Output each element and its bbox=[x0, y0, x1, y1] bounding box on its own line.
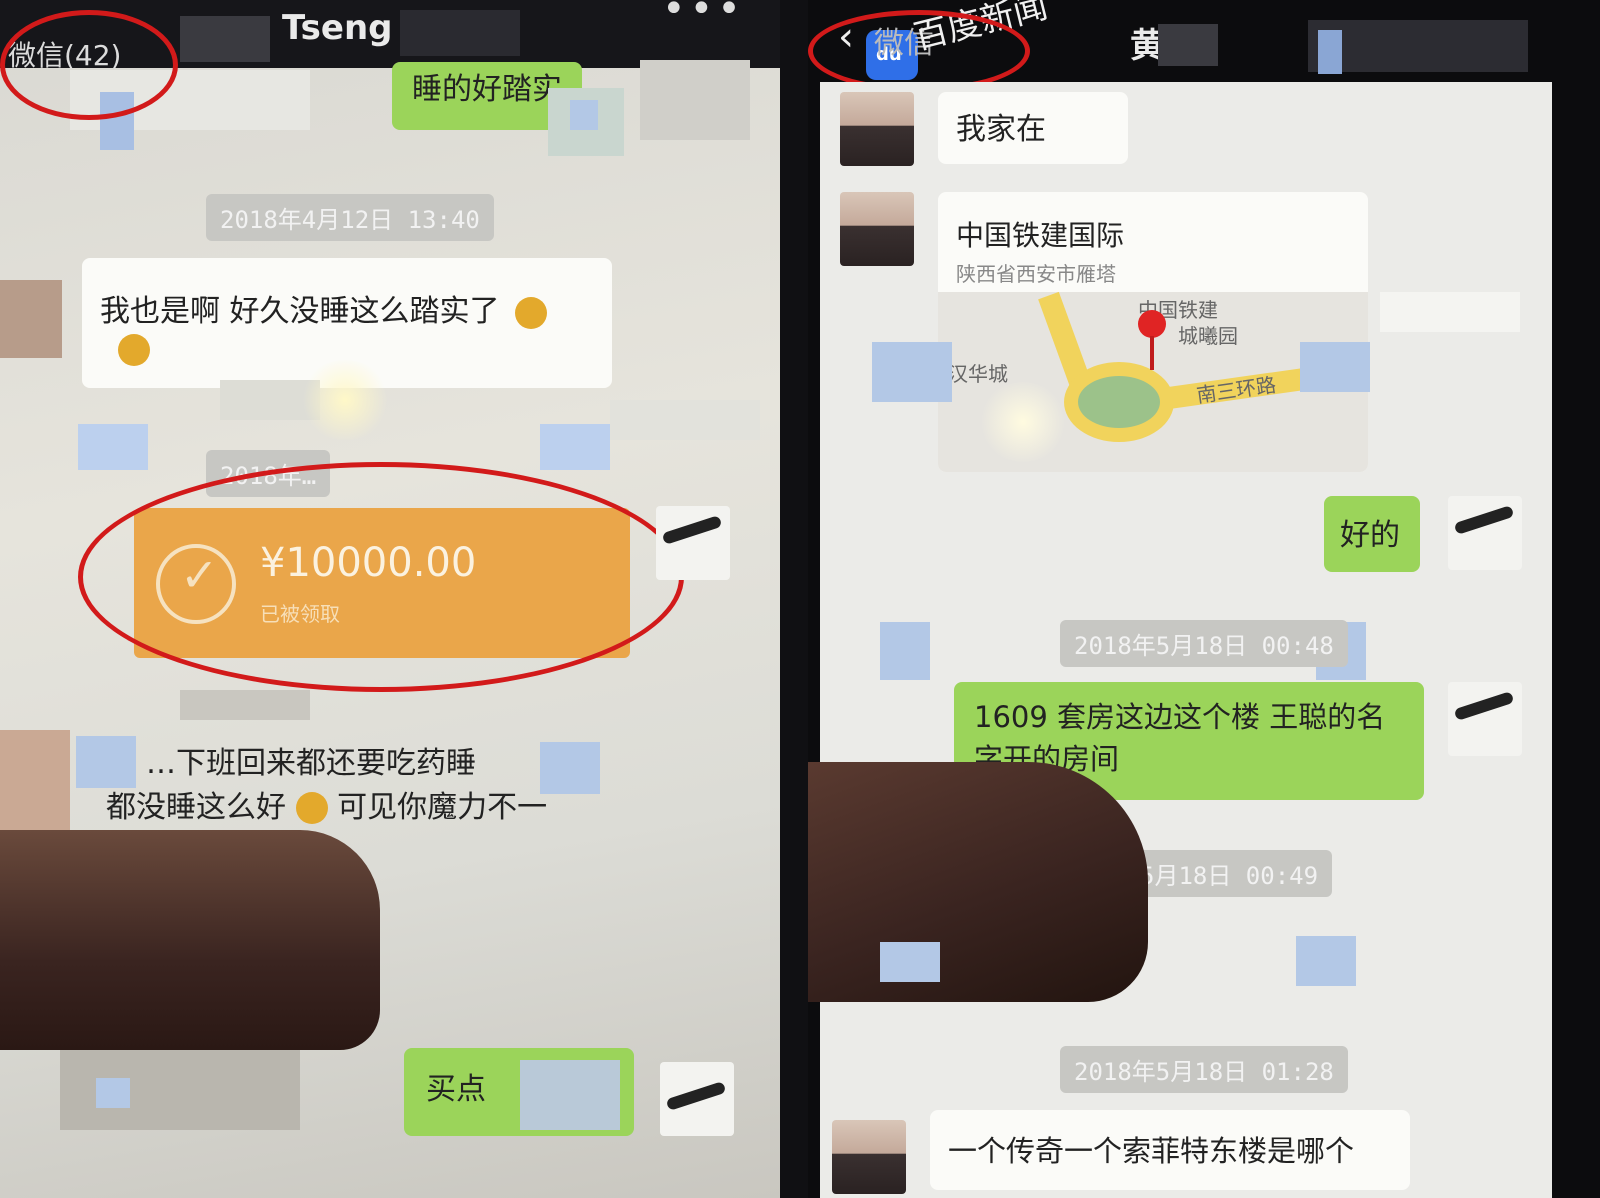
pixelated-block bbox=[180, 16, 270, 62]
user-avatar bbox=[656, 506, 730, 580]
brush-stroke-icon bbox=[1453, 505, 1515, 535]
emoji-icon bbox=[295, 792, 328, 824]
light-glare bbox=[300, 360, 390, 440]
map-pin-icon bbox=[1138, 310, 1166, 338]
red-annotation-ring bbox=[0, 10, 178, 120]
map-pin-stem bbox=[1150, 336, 1154, 370]
message-text: 可见你魔力不一 bbox=[337, 789, 548, 825]
incoming-message: 一个传奇一个索菲特东楼是哪个 bbox=[930, 1110, 1410, 1190]
pixelated-block bbox=[180, 690, 310, 720]
pixelated-block bbox=[78, 424, 148, 470]
brush-stroke-icon bbox=[1453, 691, 1515, 721]
pixelated-block bbox=[520, 1060, 620, 1130]
right-phone-screenshot: ‹ du 微信 百度新闻 黄 我家在 中国铁建国际 陕西省西安市雁塔 中国铁建 … bbox=[808, 0, 1600, 1198]
timestamp: 2018年5月18日 01:28 bbox=[1060, 1046, 1348, 1093]
user-avatar bbox=[1448, 496, 1522, 570]
location-title: 中国铁建国际 bbox=[956, 219, 1125, 252]
light-glare bbox=[978, 382, 1068, 462]
emoji-icon bbox=[118, 333, 150, 366]
map-label: 城曦园 bbox=[1178, 324, 1238, 348]
pixelated-block bbox=[610, 400, 760, 440]
finger-covering-screen bbox=[808, 762, 1148, 1002]
user-avatar bbox=[660, 1062, 734, 1136]
left-phone-screenshot: 微信(42) Tseng ••• 睡的好踏实 2018年4月12日 13:40 … bbox=[0, 0, 780, 1198]
user-avatar bbox=[1448, 682, 1522, 756]
timestamp: 2018年4月12日 13:40 bbox=[206, 194, 494, 241]
pixelated-block bbox=[880, 942, 940, 982]
chat-title: Tseng bbox=[282, 8, 393, 48]
map-label: 汉华城 bbox=[948, 362, 1008, 386]
pixelated-block bbox=[96, 1078, 130, 1108]
pixelated-block bbox=[1158, 24, 1218, 66]
pixelated-block bbox=[1380, 292, 1520, 332]
timestamp: 2018年5月18日 00:48 bbox=[1060, 620, 1348, 667]
red-annotation-ring bbox=[808, 10, 1030, 92]
message-text: 都没睡这么好 bbox=[106, 789, 286, 825]
pixelated-avatar bbox=[0, 280, 62, 358]
contact-avatar bbox=[840, 192, 914, 266]
pixelated-block bbox=[570, 100, 598, 130]
pixelated-block bbox=[1318, 30, 1342, 74]
brush-stroke-icon bbox=[661, 515, 723, 545]
pixelated-block bbox=[1296, 936, 1356, 986]
pixelated-block bbox=[540, 424, 610, 470]
map-roundabout bbox=[1064, 362, 1174, 442]
incoming-message: 我家在 bbox=[938, 92, 1128, 164]
outgoing-message: 好的 bbox=[1324, 496, 1420, 572]
red-annotation-ring bbox=[78, 462, 684, 692]
pixelated-block bbox=[880, 622, 930, 680]
emoji-icon bbox=[515, 296, 548, 329]
message-text: 1609 套房这边这个楼 王聪的名 bbox=[974, 700, 1386, 734]
message-text: …下班回来都还要吃药睡 bbox=[146, 746, 476, 781]
location-card[interactable]: 中国铁建国际 陕西省西安市雁塔 中国铁建 城曦园 汉华城 南三环路 bbox=[938, 192, 1368, 472]
pixelated-block bbox=[872, 342, 952, 402]
pixelated-block bbox=[400, 10, 520, 56]
contact-avatar bbox=[840, 92, 914, 166]
pixelated-block bbox=[1300, 342, 1370, 392]
image-divider bbox=[780, 0, 808, 1198]
contact-avatar bbox=[832, 1120, 906, 1194]
message-text: 我也是啊 好久没睡这么踏实了 bbox=[100, 294, 500, 329]
finger-covering-screen bbox=[0, 830, 380, 1050]
location-subtitle: 陕西省西安市雁塔 bbox=[956, 262, 1116, 286]
map-label: 南三环路 bbox=[1194, 372, 1278, 408]
brush-stroke-icon bbox=[665, 1081, 727, 1111]
more-dots-icon[interactable]: ••• bbox=[662, 0, 745, 32]
chat-area: 我家在 中国铁建国际 陕西省西安市雁塔 中国铁建 城曦园 汉华城 南三环路 好的 bbox=[808, 82, 1552, 1198]
pixelated-block bbox=[640, 60, 750, 140]
